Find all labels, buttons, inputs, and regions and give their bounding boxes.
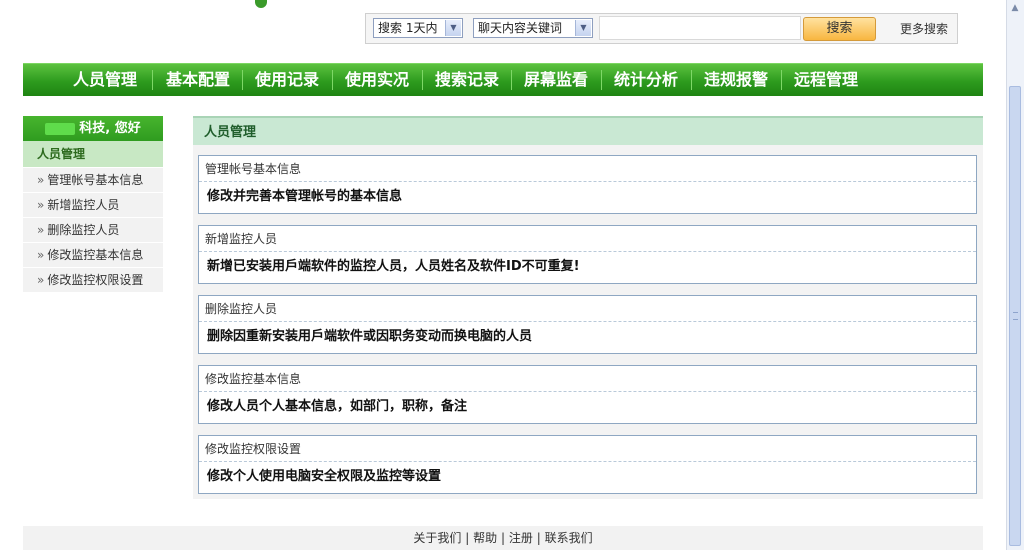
double-chevron-right-icon: » bbox=[37, 198, 45, 212]
chevron-down-icon[interactable]: ▼ bbox=[445, 20, 461, 36]
card-title[interactable]: 删除监控人员 bbox=[199, 296, 976, 322]
sidebar-item-label: 管理帐号基本信息 bbox=[47, 173, 144, 187]
nav-divider bbox=[152, 70, 153, 90]
sidebar: 科技, 您好 人员管理 » 管理帐号基本信息 » 新增监控人员 » 删除监控人员 » 修… bbox=[23, 116, 163, 293]
nav-item-basic-config[interactable]: 基本配置 bbox=[158, 64, 238, 97]
footer: 关于我们 | 帮助 | 注册 | 联系我们 bbox=[23, 526, 983, 550]
vertical-scrollbar[interactable]: ▲ bbox=[1006, 0, 1024, 550]
nav-item-screen-monitor[interactable]: 屏幕监看 bbox=[516, 64, 596, 97]
card-description: 新增已安装用戶端软件的监控人员，人员姓名及软件ID不可重复! bbox=[207, 259, 580, 274]
card-title[interactable]: 管理帐号基本信息 bbox=[199, 156, 976, 182]
grip-icon bbox=[1013, 312, 1018, 320]
nav-item-remote-management[interactable]: 远程管理 bbox=[786, 64, 866, 97]
nav-item-usage-records[interactable]: 使用记录 bbox=[247, 64, 327, 97]
nav-item-statistics[interactable]: 统计分析 bbox=[606, 64, 686, 97]
sidebar-item-label: 修改监控权限设置 bbox=[47, 273, 144, 287]
double-chevron-right-icon: » bbox=[37, 173, 45, 187]
nav-divider bbox=[691, 70, 692, 90]
nav-divider bbox=[332, 70, 333, 90]
scroll-up-icon[interactable]: ▲ bbox=[1010, 3, 1020, 13]
time-range-select[interactable]: 搜索 1天内 ▼ bbox=[373, 18, 463, 38]
card-edit-permissions[interactable]: 修改监控权限设置 修改个人使用电脑安全权限及监控等设置 bbox=[198, 435, 977, 494]
search-keyword-input[interactable] bbox=[599, 16, 801, 40]
main-content: 人员管理 管理帐号基本信息 修改并完善本管理帐号的基本信息 新增监控人员 新增已… bbox=[193, 116, 983, 499]
sidebar-item-label: 删除监控人员 bbox=[47, 223, 120, 237]
nav-divider bbox=[511, 70, 512, 90]
footer-link-contact[interactable]: 联系我们 bbox=[545, 531, 593, 545]
card-add-monitored[interactable]: 新增监控人员 新增已安装用戶端软件的监控人员，人员姓名及软件ID不可重复! bbox=[198, 225, 977, 284]
sidebar-item-label: 新增监控人员 bbox=[47, 198, 120, 212]
sidebar-item-label: 修改监控基本信息 bbox=[47, 248, 144, 262]
nav-divider bbox=[422, 70, 423, 90]
nav-item-live-usage[interactable]: 使用实况 bbox=[337, 64, 417, 97]
chevron-down-icon[interactable]: ▼ bbox=[575, 20, 591, 36]
card-edit-basic[interactable]: 修改监控基本信息 修改人员个人基本信息，如部门，职称，备注 bbox=[198, 365, 977, 424]
nav-item-personnel[interactable]: 人员管理 bbox=[67, 64, 143, 97]
double-chevron-right-icon: » bbox=[37, 273, 45, 287]
time-range-select-value: 搜索 1天内 bbox=[378, 21, 438, 35]
nav-divider bbox=[242, 70, 243, 90]
search-type-select-value: 聊天内容关键词 bbox=[478, 21, 563, 35]
card-title[interactable]: 新增监控人员 bbox=[199, 226, 976, 252]
nav-item-search-records[interactable]: 搜索记录 bbox=[427, 64, 507, 97]
footer-link-register[interactable]: 注册 bbox=[509, 531, 533, 545]
sidebar-item-edit-permissions[interactable]: » 修改监控权限设置 bbox=[23, 268, 163, 293]
double-chevron-right-icon: » bbox=[37, 248, 45, 262]
card-description: 修改人员个人基本信息，如部门，职称，备注 bbox=[207, 399, 468, 414]
card-account-info[interactable]: 管理帐号基本信息 修改并完善本管理帐号的基本信息 bbox=[198, 155, 977, 214]
sidebar-item-account-info[interactable]: » 管理帐号基本信息 bbox=[23, 168, 163, 193]
sidebar-category[interactable]: 人员管理 bbox=[23, 141, 163, 168]
sidebar-greeting: 科技, 您好 bbox=[23, 116, 163, 141]
sidebar-item-delete-monitored[interactable]: » 删除监控人员 bbox=[23, 218, 163, 243]
page-title: 人员管理 bbox=[193, 116, 983, 145]
sidebar-item-add-monitored[interactable]: » 新增监控人员 bbox=[23, 193, 163, 218]
more-search-link[interactable]: 更多搜索 bbox=[900, 20, 948, 37]
footer-separator: | bbox=[465, 531, 470, 545]
footer-separator: | bbox=[536, 531, 541, 545]
nav-divider bbox=[601, 70, 602, 90]
footer-separator: | bbox=[500, 531, 506, 545]
redacted-name bbox=[45, 122, 76, 135]
search-button[interactable]: 搜索 bbox=[803, 17, 876, 41]
main-nav: 人员管理 基本配置 使用记录 使用实况 搜索记录 屏幕监看 统计分析 违规报警 … bbox=[23, 63, 983, 96]
search-bar: 搜索 1天内 ▼ 聊天内容关键词 ▼ 搜索 更多搜索 bbox=[365, 13, 958, 44]
logo-fragment bbox=[255, 0, 267, 8]
card-description: 删除因重新安装用戶端软件或因职务变动而换电脑的人员 bbox=[207, 329, 533, 344]
card-delete-monitored[interactable]: 删除监控人员 删除因重新安装用戶端软件或因职务变动而换电脑的人员 bbox=[198, 295, 977, 354]
footer-link-about[interactable]: 关于我们 bbox=[413, 531, 461, 545]
card-title[interactable]: 修改监控基本信息 bbox=[199, 366, 976, 392]
card-title[interactable]: 修改监控权限设置 bbox=[199, 436, 976, 462]
scrollbar-thumb[interactable] bbox=[1009, 86, 1021, 546]
sidebar-greeting-text: 科技, 您好 bbox=[79, 121, 141, 136]
card-description: 修改个人使用电脑安全权限及监控等设置 bbox=[207, 469, 442, 484]
nav-item-violation-alarm[interactable]: 违规报警 bbox=[696, 64, 776, 97]
nav-divider bbox=[781, 70, 782, 90]
sidebar-item-edit-basic[interactable]: » 修改监控基本信息 bbox=[23, 243, 163, 268]
search-type-select[interactable]: 聊天内容关键词 ▼ bbox=[473, 18, 593, 38]
card-description: 修改并完善本管理帐号的基本信息 bbox=[207, 189, 403, 204]
footer-link-help[interactable]: 帮助 bbox=[473, 531, 497, 545]
double-chevron-right-icon: » bbox=[37, 223, 45, 237]
